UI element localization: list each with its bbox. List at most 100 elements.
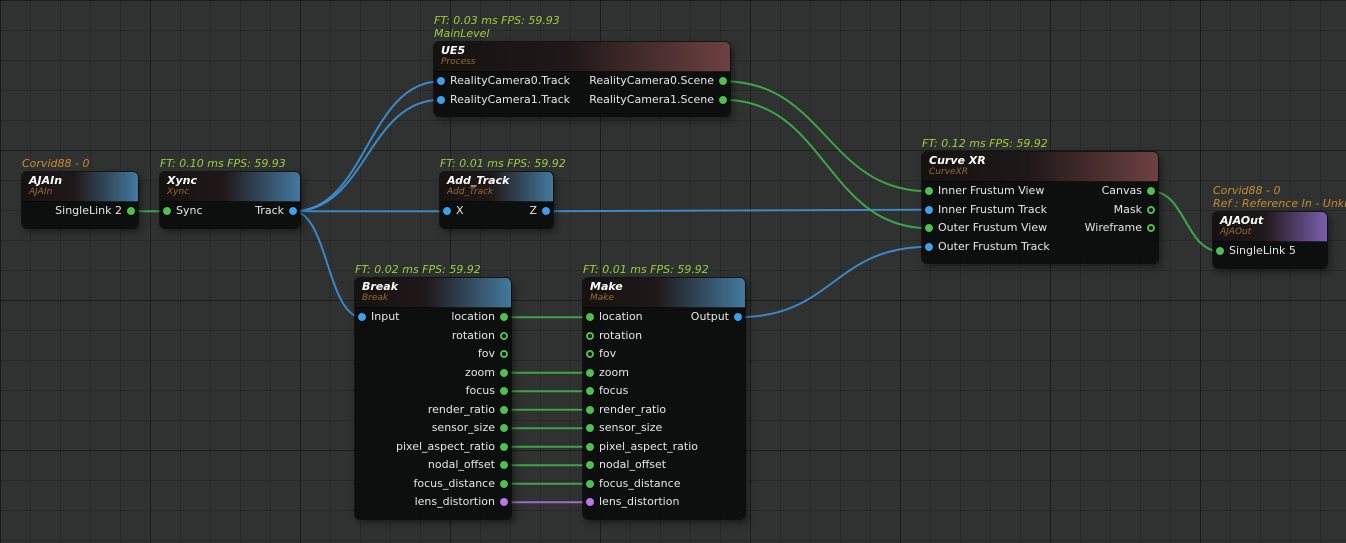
node-header[interactable]: UE5Process	[434, 42, 730, 72]
pin-output-output[interactable]	[734, 313, 742, 321]
perf-stats-label: FT: 0.03 ms FPS: 59.93	[434, 14, 560, 27]
pin-realitycamera1-scene-output[interactable]	[719, 96, 727, 104]
pin-label: Inner Frustum Track	[938, 204, 1047, 216]
node-graph-canvas[interactable]: Corvid88 - 0 AJAInAJAInSingleLink 2 FT: 0.…	[0, 0, 1346, 543]
node-title: AJAIn	[29, 174, 132, 187]
pin-singlelink-2-output[interactable]	[127, 207, 135, 215]
node-body: XZ	[440, 202, 553, 221]
node-curve_xr[interactable]: Curve XRCurveXRInner Frustum ViewCanvasI…	[922, 152, 1158, 263]
pin-inner-frustum-view-input[interactable]	[925, 187, 933, 195]
pin-nodal-offset-output[interactable]	[500, 461, 508, 469]
edge-xync.0-to-ue5.0[interactable]	[293, 81, 441, 211]
pin-canvas-output[interactable]	[1147, 187, 1155, 195]
pin-row: nodal_offset	[355, 456, 511, 475]
pin-nodal-offset-input[interactable]	[586, 461, 594, 469]
edge-xync.0-to-ue5.1[interactable]	[293, 100, 441, 212]
pin-label: location	[599, 311, 643, 323]
node-ue5[interactable]: UE5ProcessRealityCamera0.TrackRealityCam…	[434, 42, 730, 116]
edge-curve_xr.0-to-ajaout.0[interactable]	[1151, 191, 1220, 251]
node-annotation-add_track: FT: 0.01 ms FPS: 59.92	[440, 157, 566, 170]
pin-singlelink-5-input[interactable]	[1216, 247, 1224, 255]
node-header[interactable]: Add_TrackAdd_Track	[440, 172, 553, 202]
pin-focus-distance-output[interactable]	[500, 480, 508, 488]
pin-z-output[interactable]	[542, 207, 550, 215]
pin-focus-input[interactable]	[586, 387, 594, 395]
perf-stats-label: FT: 0.02 ms FPS: 59.92	[355, 263, 481, 276]
pin-fov-output[interactable]	[500, 350, 508, 358]
node-annotation-make: FT: 0.01 ms FPS: 59.92	[583, 263, 709, 276]
node-header[interactable]: MakeMake	[583, 278, 745, 308]
pin-mask-output[interactable]	[1147, 206, 1155, 214]
pin-render-ratio-output[interactable]	[500, 406, 508, 414]
pin-focus-distance-input[interactable]	[586, 480, 594, 488]
pin-focus-output[interactable]	[500, 387, 508, 395]
pin-realitycamera0-track-input[interactable]	[437, 77, 445, 85]
node-body: Inner Frustum ViewCanvasInner Frustum Tr…	[922, 182, 1158, 256]
pin-outer-frustum-track-input[interactable]	[925, 243, 933, 251]
pin-row: RealityCamera0.Track RealityCamera0.Scene	[434, 72, 730, 91]
pin-label: RealityCamera1.Track	[450, 94, 570, 106]
pin-lens-distortion-input[interactable]	[586, 498, 594, 506]
node-header[interactable]: Curve XRCurveXR	[922, 152, 1158, 182]
node-header[interactable]: AJAInAJAIn	[22, 172, 138, 202]
pin-rotation-output[interactable]	[500, 332, 508, 340]
perf-stats-label: FT: 0.01 ms FPS: 59.92	[583, 263, 709, 276]
pin-zoom-output[interactable]	[500, 369, 508, 377]
pin-sensor-size-input[interactable]	[586, 424, 594, 432]
node-ajain[interactable]: AJAInAJAInSingleLink 2	[22, 172, 138, 228]
node-make[interactable]: MakeMakelocationOutputrotationfovzoomfoc…	[583, 278, 745, 519]
pin-sync-input[interactable]	[163, 207, 171, 215]
pin-row: rotation	[355, 327, 511, 346]
node-xync[interactable]: XyncXyncSyncTrack	[160, 172, 300, 228]
pin-label: RealityCamera0.Track	[450, 75, 570, 87]
pin-label: render_ratio	[428, 404, 495, 416]
pin-render-ratio-input[interactable]	[586, 406, 594, 414]
node-header[interactable]: XyncXync	[160, 172, 300, 202]
pin-realitycamera0-scene-output[interactable]	[719, 77, 727, 85]
pin-sensor-size-output[interactable]	[500, 424, 508, 432]
pin-row: sensor_size	[583, 419, 745, 438]
edge-make.0-to-curve_xr.3[interactable]	[738, 247, 929, 318]
pin-row: SyncTrack	[160, 202, 300, 221]
edge-ue5.0-to-curve_xr.0[interactable]	[723, 81, 929, 191]
pin-input-input[interactable]	[358, 313, 366, 321]
pin-track-output[interactable]	[289, 207, 297, 215]
node-ajaout[interactable]: AJAOutAJAOutSingleLink 5	[1213, 212, 1327, 268]
pin-pixel-aspect-ratio-input[interactable]	[586, 443, 594, 451]
pin-label: focus	[466, 385, 495, 397]
device-label: Corvid88 - 0	[22, 157, 89, 170]
pin-inner-frustum-track-input[interactable]	[925, 206, 933, 214]
node-header[interactable]: BreakBreak	[355, 278, 511, 308]
device-label: Corvid88 - 0	[1213, 184, 1346, 197]
node-break[interactable]: BreakBreakInputlocationrotationfovzoomfo…	[355, 278, 511, 519]
pin-realitycamera1-track-input[interactable]	[437, 96, 445, 104]
edge-add_track.0-to-curve_xr.1[interactable]	[546, 210, 929, 212]
pin-label: RealityCamera0.Scene	[589, 75, 714, 87]
pin-zoom-input[interactable]	[586, 369, 594, 377]
pin-row: focus	[583, 382, 745, 401]
node-title: Break	[362, 280, 505, 293]
pin-lens-distortion-output[interactable]	[500, 498, 508, 506]
node-add_track[interactable]: Add_TrackAdd_TrackXZ	[440, 172, 553, 228]
pin-fov-input[interactable]	[586, 350, 594, 358]
node-annotation-break: FT: 0.02 ms FPS: 59.92	[355, 263, 481, 276]
pin-row: sensor_size	[355, 419, 511, 438]
pin-label: Outer Frustum View	[938, 222, 1047, 234]
node-title: Curve XR	[929, 154, 1152, 167]
pin-label: sensor_size	[432, 422, 495, 434]
pin-wireframe-output[interactable]	[1147, 224, 1155, 232]
pin-location-output[interactable]	[500, 313, 508, 321]
edge-xync.0-to-break.0[interactable]	[293, 211, 362, 317]
perf-stats-label: FT: 0.12 ms FPS: 59.92	[922, 137, 1048, 150]
pin-rotation-input[interactable]	[586, 332, 594, 340]
pin-pixel-aspect-ratio-output[interactable]	[500, 443, 508, 451]
node-body: Inputlocationrotationfovzoomfocusrender_…	[355, 308, 511, 512]
pin-label: Track	[255, 205, 284, 217]
pin-label: lens_distortion	[415, 496, 495, 508]
pin-location-input[interactable]	[586, 313, 594, 321]
pin-outer-frustum-view-input[interactable]	[925, 224, 933, 232]
node-header[interactable]: AJAOutAJAOut	[1213, 212, 1327, 242]
pin-label: Inner Frustum View	[938, 185, 1044, 197]
pin-x-input[interactable]	[443, 207, 451, 215]
edge-ue5.1-to-curve_xr.2[interactable]	[723, 100, 929, 229]
